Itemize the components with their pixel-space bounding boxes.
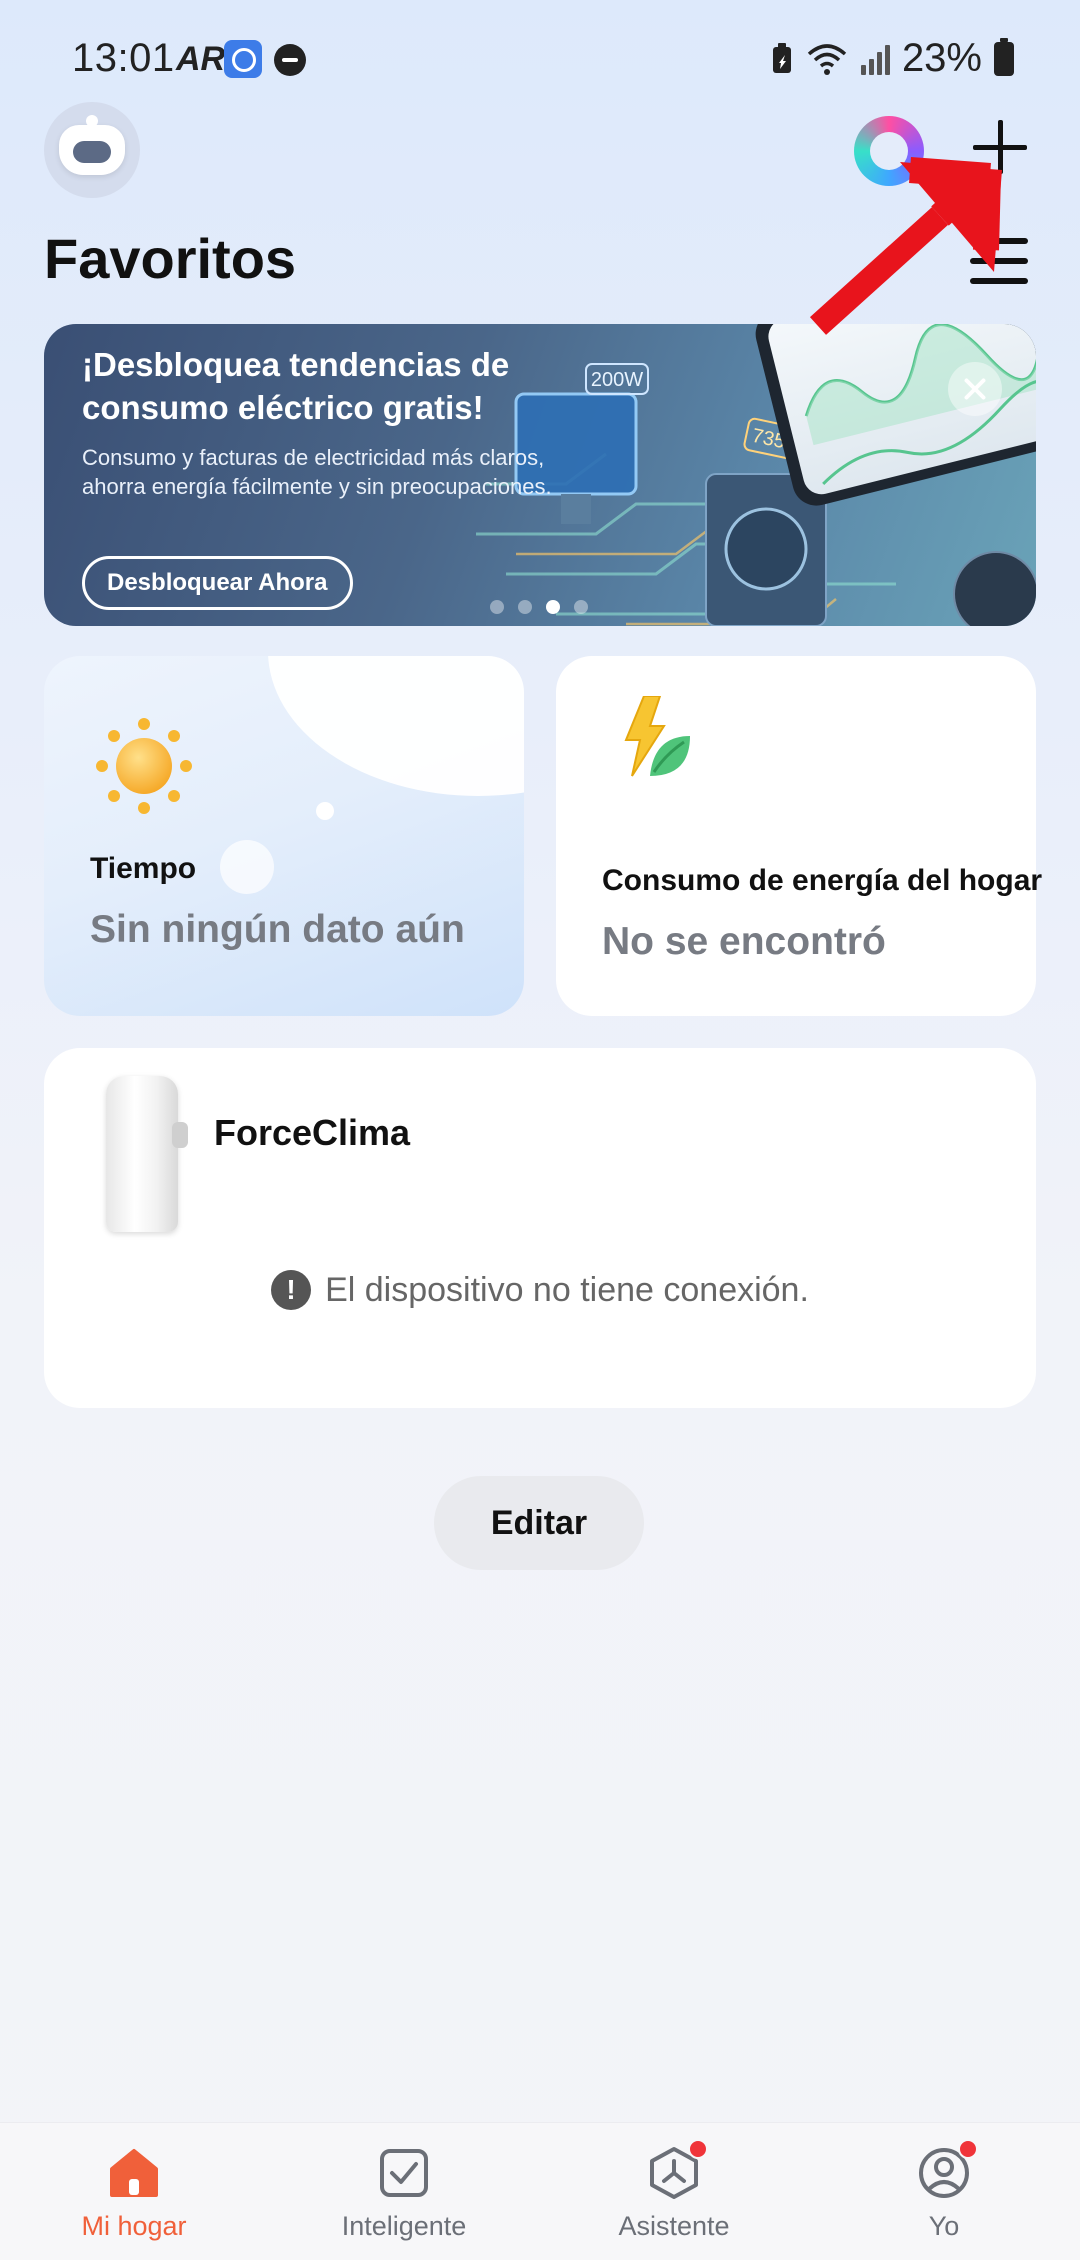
weather-label: Tiempo (90, 852, 197, 885)
edit-button[interactable]: Editar (434, 1476, 644, 1570)
checkbox-icon (380, 2149, 428, 2197)
profile-icon-wrap (916, 2139, 978, 2201)
assistant-avatar[interactable] (44, 102, 140, 198)
portable-ac-image (106, 1076, 188, 1232)
nav-item-mi-hogar[interactable]: Mi hogar (34, 2145, 234, 2242)
carousel-dot-active (546, 600, 560, 614)
bottom-nav: Mi hogar Inteligente Asistente Yo (0, 2122, 1080, 2260)
signal-icon (860, 43, 890, 75)
nav-item-yo[interactable]: Yo (844, 2139, 1044, 2242)
annotation-arrow (809, 157, 1002, 335)
nav-item-asistente[interactable]: Asistente (574, 2139, 774, 2242)
decor-bubble-small (316, 802, 334, 820)
carousel-dots (490, 600, 588, 614)
energy-card[interactable]: Consumo de energía del hogar No se encon… (556, 656, 1042, 1016)
carousel-dot (518, 600, 532, 614)
device-status-text: El dispositivo no tiene conexión. (325, 1270, 809, 1309)
carousel-dot (490, 600, 504, 614)
battery-icon (994, 37, 1014, 76)
nav-item-inteligente[interactable]: Inteligente (304, 2145, 504, 2242)
battery-saver-icon (772, 42, 791, 73)
assistant-icon-wrap (646, 2139, 708, 2201)
decor-bubble (220, 840, 274, 894)
wifi-icon (807, 43, 847, 75)
nav-label: Mi hogar (81, 2211, 187, 2241)
device-name: ForceClima (214, 1112, 411, 1153)
battery-percent: 23% (901, 36, 982, 80)
banner-description: Consumo y facturas de electricidad más c… (82, 445, 552, 499)
carousel-dot (574, 600, 588, 614)
weather-card[interactable]: Tiempo Sin ningún dato aún (44, 656, 524, 1016)
app-notification-icon (224, 40, 262, 78)
energy-value: No se encontró (602, 920, 886, 963)
energy-label: Consumo de energía del hogar (602, 864, 1043, 897)
unlock-now-button[interactable]: Desbloquear Ahora (82, 556, 353, 610)
weather-value: Sin ningún dato aún (90, 908, 465, 951)
sun-icon (96, 718, 192, 814)
nav-label: Asistente (618, 2211, 730, 2241)
energy-leaf-icon (624, 696, 690, 777)
status-indicators: 23% (771, 36, 1014, 81)
do-not-disturb-icon (274, 44, 306, 76)
nav-label: Yo (928, 2211, 960, 2241)
page-title: Favoritos (44, 227, 297, 290)
nav-label: Inteligente (341, 2211, 467, 2241)
decor-cloud (268, 656, 524, 796)
robot-icon (59, 115, 125, 175)
promo-banner[interactable]: 200W 735W ¡Desbloquea tendencias de cons… (44, 324, 1036, 626)
device-status-row: ! El dispositivo no tiene conexión. (44, 1270, 1036, 1310)
banner-title: ¡Desbloquea tendencias de consumo eléctr… (82, 346, 510, 426)
close-icon[interactable] (948, 362, 1002, 416)
status-time: 13:01 (72, 36, 175, 80)
warning-icon: ! (271, 1270, 312, 1310)
notification-badge (958, 2139, 978, 2159)
home-icon (110, 2149, 158, 2197)
ar-icon: AR (176, 40, 226, 78)
device-card-forceclima[interactable]: ForceClima ! El dispositivo no tiene con… (44, 1048, 1036, 1408)
notification-badge (688, 2139, 708, 2159)
